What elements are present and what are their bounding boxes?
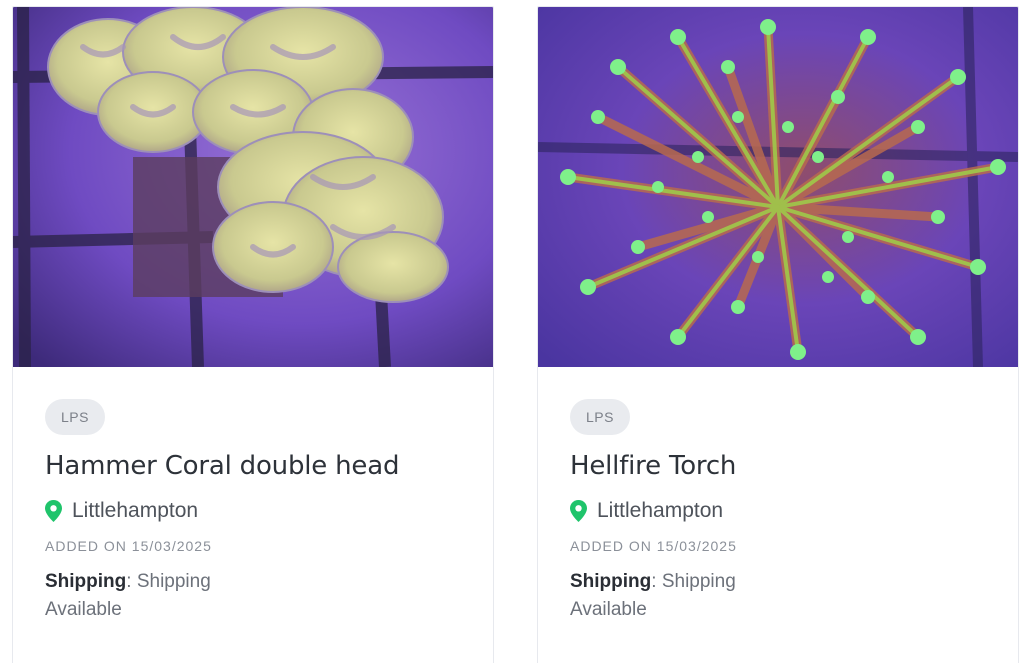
category-tag[interactable]: LPS xyxy=(45,399,105,435)
listing-location: Littlehampton xyxy=(45,497,461,525)
torch-coral-photo xyxy=(538,7,1018,367)
listing-location: Littlehampton xyxy=(570,497,986,525)
listing-image[interactable] xyxy=(538,7,1018,367)
listing-card[interactable]: LPS Hammer Coral double head Littlehampt… xyxy=(12,6,494,663)
added-date: ADDED ON 15/03/2025 xyxy=(570,538,737,554)
listing-image[interactable] xyxy=(13,7,493,367)
location-text: Littlehampton xyxy=(597,499,724,522)
shipping-label: Shipping xyxy=(570,571,652,592)
shipping-info: Shipping: Shipping Available xyxy=(570,571,736,620)
shipping-label: Shipping xyxy=(45,571,127,592)
listing-card[interactable]: LPS Hellfire Torch Littlehampton ADDED O… xyxy=(537,6,1019,663)
listing-grid: LPS Hammer Coral double head Littlehampt… xyxy=(0,0,1024,663)
shipping-info: Shipping: Shipping Available xyxy=(45,571,211,620)
listing-title[interactable]: Hammer Coral double head xyxy=(45,449,461,483)
location-pin-icon xyxy=(45,500,62,522)
hammer-coral-photo xyxy=(13,7,493,367)
location-pin-icon xyxy=(570,500,587,522)
location-text: Littlehampton xyxy=(72,499,199,522)
listing-title[interactable]: Hellfire Torch xyxy=(570,449,986,483)
category-tag[interactable]: LPS xyxy=(570,399,630,435)
added-date: ADDED ON 15/03/2025 xyxy=(45,538,212,554)
